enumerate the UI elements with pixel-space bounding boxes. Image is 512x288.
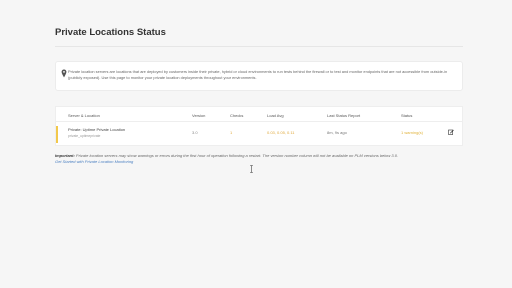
locations-table: Server & Location Version Checks Load Av… xyxy=(55,106,463,146)
location-id: private_uptimeprivate xyxy=(68,134,101,138)
version-value: 3.0 xyxy=(192,130,198,135)
location-name[interactable]: Private: Uptime Private Location xyxy=(68,127,125,132)
info-text: Private location servers are locations t… xyxy=(68,69,448,81)
header-last-status-report[interactable]: Last Status Report xyxy=(327,113,360,118)
edit-icon[interactable] xyxy=(448,129,454,135)
load-avg-value: 0.03, 0.05, 0.11 xyxy=(267,130,295,135)
header-status[interactable]: Status xyxy=(401,113,412,118)
warning-accent-bar xyxy=(56,126,58,143)
page-title: Private Locations Status xyxy=(55,27,166,38)
last-report-value: 8m, 9s ago xyxy=(327,130,347,135)
header-checks[interactable]: Checks xyxy=(230,113,243,118)
notes-section: Important: Private location servers may … xyxy=(55,153,475,165)
important-text: Private location servers may show warnin… xyxy=(75,153,399,158)
title-divider xyxy=(55,46,463,47)
header-version[interactable]: Version xyxy=(192,113,205,118)
important-label: Important: xyxy=(55,153,75,158)
info-box: Private location servers are locations t… xyxy=(55,61,463,91)
table-row[interactable]: Private: Uptime Private Location private… xyxy=(56,122,462,146)
mouse-cursor-icon xyxy=(250,165,253,173)
header-load-avg[interactable]: Load Avg xyxy=(267,113,284,118)
status-badge[interactable]: 1 warning(s) xyxy=(401,130,423,135)
map-pin-icon xyxy=(61,69,67,78)
get-started-link[interactable]: Get Started with Private Location Monito… xyxy=(55,159,475,165)
header-server-location[interactable]: Server & Location xyxy=(68,113,100,118)
checks-count[interactable]: 1 xyxy=(230,130,232,135)
